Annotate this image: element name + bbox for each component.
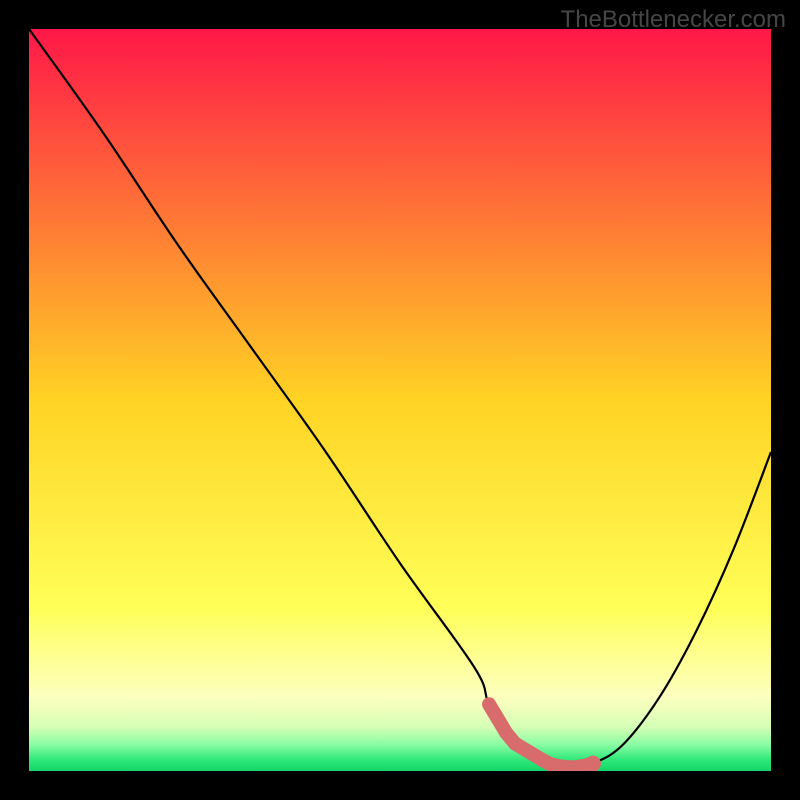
attribution-label: TheBottlenecker.com bbox=[561, 6, 786, 34]
bottleneck-curve bbox=[29, 29, 771, 771]
optimal-range-highlight bbox=[489, 704, 593, 767]
plot-area bbox=[29, 29, 771, 771]
curve-path bbox=[29, 29, 771, 768]
optimal-end-dot bbox=[585, 756, 601, 771]
